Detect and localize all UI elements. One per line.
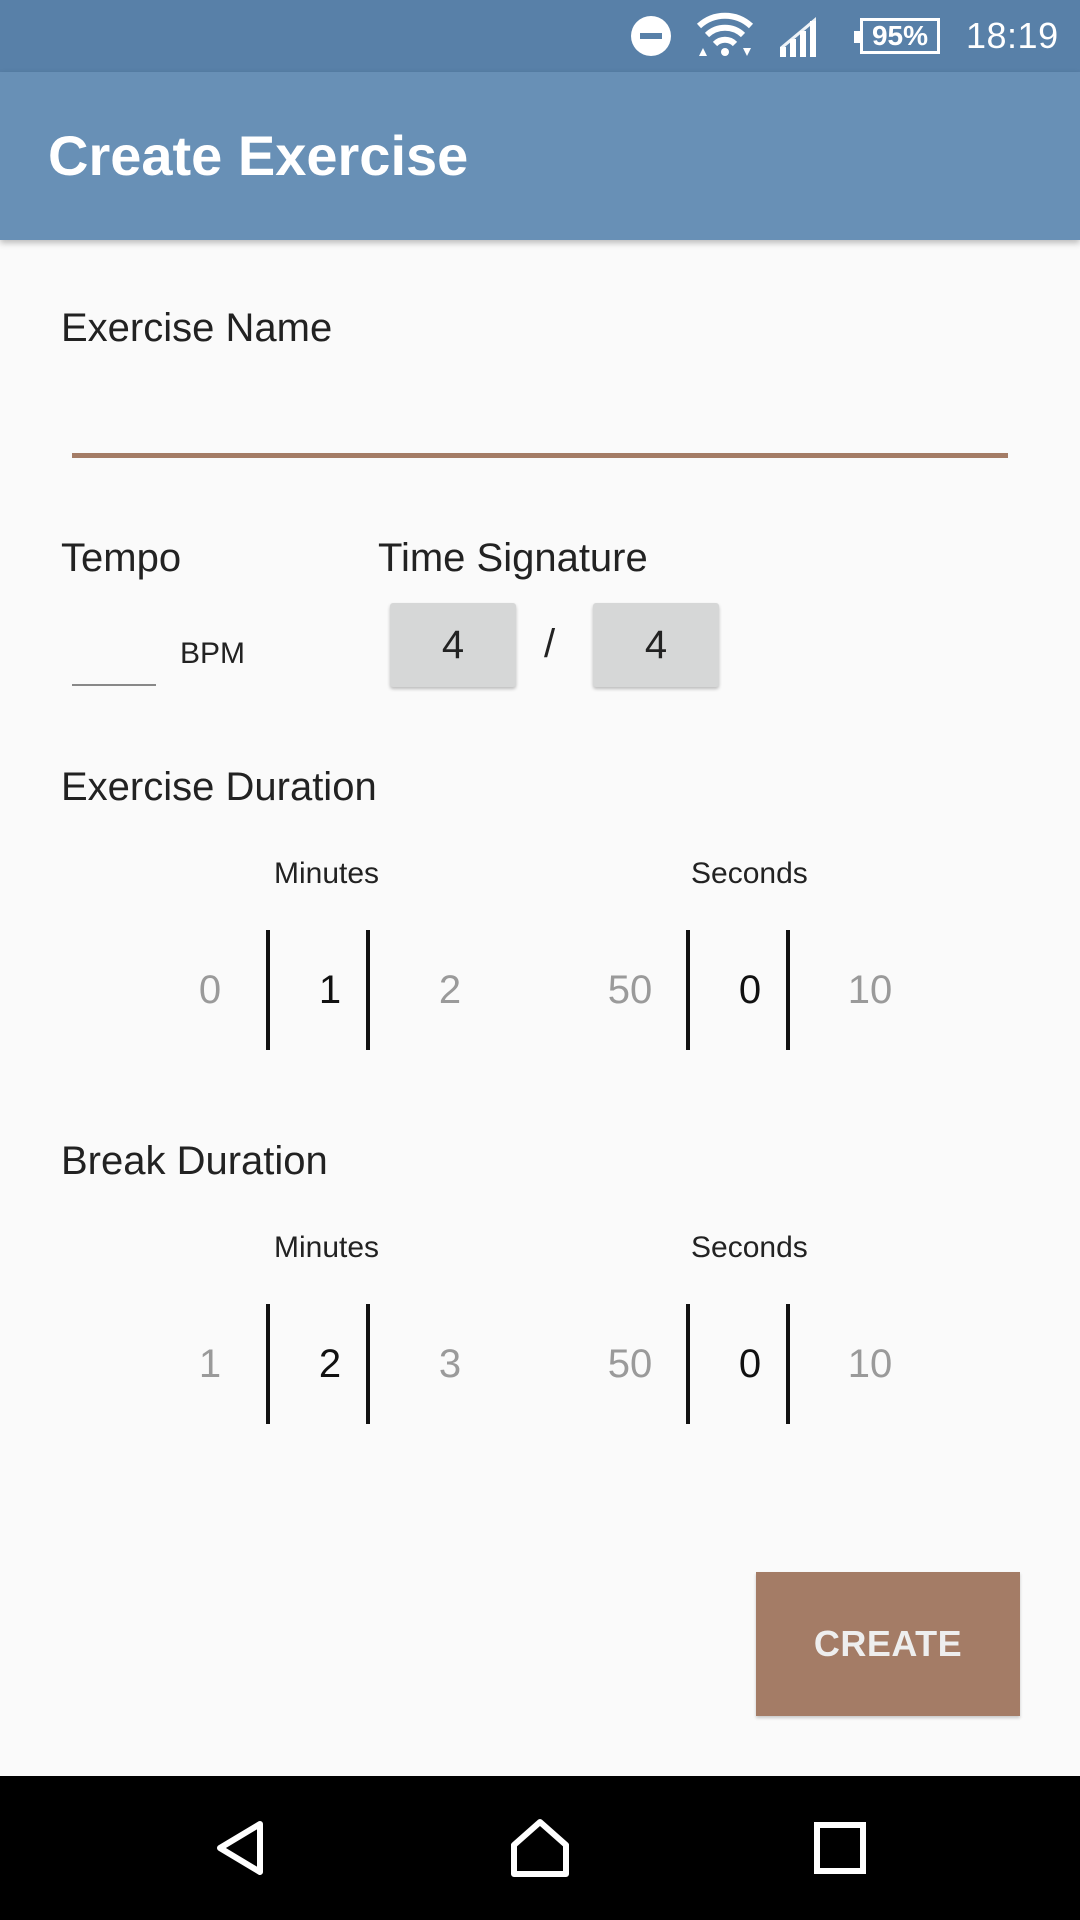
navigation-bar xyxy=(0,1776,1080,1920)
picker-next-value[interactable]: 3 xyxy=(400,1302,500,1426)
exercise-seconds-label: Seconds xyxy=(691,857,808,890)
picker-divider xyxy=(366,930,370,1050)
picker-next-value[interactable]: 10 xyxy=(820,1302,920,1426)
exercise-name-input[interactable] xyxy=(72,388,1008,448)
picker-divider xyxy=(266,1304,270,1424)
clock: 18:19 xyxy=(966,15,1059,56)
picker-prev-value[interactable]: 50 xyxy=(580,1302,680,1426)
exercise-duration-label: Exercise Duration xyxy=(61,765,377,809)
picker-divider xyxy=(366,1304,370,1424)
picker-divider xyxy=(266,930,270,1050)
picker-divider xyxy=(686,1304,690,1424)
page-title: Create Exercise xyxy=(48,124,469,187)
back-icon[interactable] xyxy=(170,1776,310,1920)
time-signature-label: Time Signature xyxy=(378,536,648,580)
picker-divider xyxy=(786,1304,790,1424)
exercise-name-label: Exercise Name xyxy=(61,306,333,350)
time-signature-separator: / xyxy=(544,622,556,666)
battery-level: 95% xyxy=(854,18,940,54)
picker-current-value[interactable]: 0 xyxy=(700,928,800,1052)
time-signature-top-button[interactable]: 4 xyxy=(390,603,516,687)
break-seconds-picker[interactable]: 50 0 10 xyxy=(580,1302,920,1426)
exercise-minutes-label: Minutes xyxy=(274,857,380,890)
picker-current-value[interactable]: 1 xyxy=(280,928,380,1052)
picker-current-value[interactable]: 0 xyxy=(700,1302,800,1426)
wifi-icon xyxy=(695,0,755,72)
picker-divider xyxy=(686,930,690,1050)
picker-next-value[interactable]: 2 xyxy=(400,928,500,1052)
break-minutes-picker[interactable]: 1 2 3 xyxy=(160,1302,500,1426)
picker-prev-value[interactable]: 0 xyxy=(160,928,260,1052)
recents-icon[interactable] xyxy=(770,1776,910,1920)
break-duration-label: Break Duration xyxy=(61,1139,328,1183)
app-bar: Create Exercise xyxy=(0,72,1080,240)
do-not-disturb-icon xyxy=(630,0,672,72)
exercise-minutes-picker[interactable]: 0 1 2 xyxy=(160,928,500,1052)
picker-prev-value[interactable]: 1 xyxy=(160,1302,260,1426)
signal-icon xyxy=(778,0,824,72)
bpm-label: BPM xyxy=(180,637,246,670)
status-bar: 95% 18:19 xyxy=(0,0,1080,72)
break-seconds-label: Seconds xyxy=(691,1231,808,1264)
tempo-input[interactable] xyxy=(72,620,156,686)
picker-prev-value[interactable]: 50 xyxy=(580,928,680,1052)
time-signature-bottom-button[interactable]: 4 xyxy=(593,603,719,687)
create-button[interactable]: CREATE xyxy=(756,1572,1020,1716)
picker-next-value[interactable]: 10 xyxy=(820,928,920,1052)
tempo-label: Tempo xyxy=(61,536,182,580)
home-icon[interactable] xyxy=(470,1776,610,1920)
picker-current-value[interactable]: 2 xyxy=(280,1302,380,1426)
battery-icon: 95% xyxy=(854,0,940,72)
picker-divider xyxy=(786,930,790,1050)
exercise-seconds-picker[interactable]: 50 0 10 xyxy=(580,928,920,1052)
break-minutes-label: Minutes xyxy=(274,1231,380,1264)
exercise-name-underline xyxy=(72,453,1008,458)
